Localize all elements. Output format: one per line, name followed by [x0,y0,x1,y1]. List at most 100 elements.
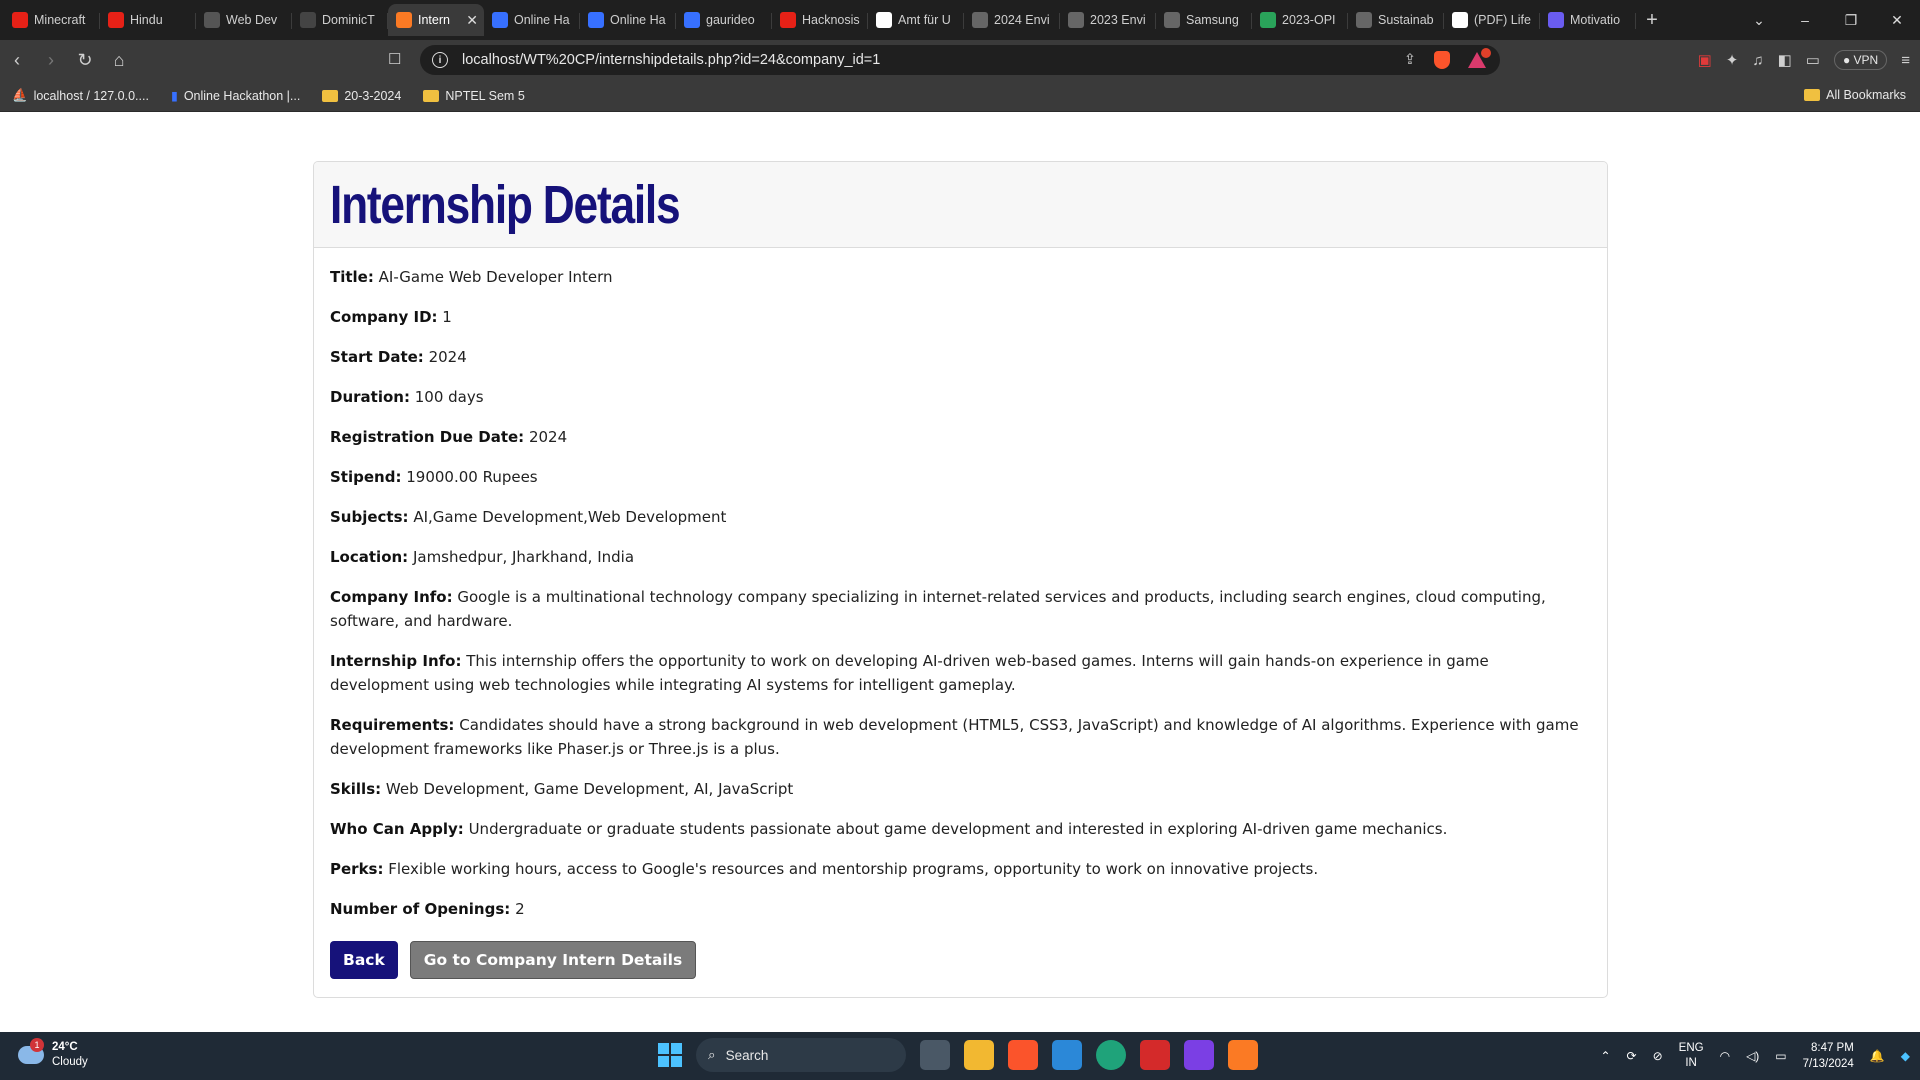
bookmark-phpmyadmin[interactable]: ⛵ localhost / 127.0.0.... [12,88,149,103]
task-view-icon[interactable] [920,1040,950,1070]
browser-tab[interactable]: Intern ✕ [388,4,484,36]
phpstorm-icon[interactable] [1184,1040,1214,1070]
bookmark-label: 20-3-2024 [344,88,402,103]
browser-tab[interactable]: Motivatio [1540,4,1636,36]
share-icon[interactable]: ⇪ [1404,52,1416,68]
globe-icon [1356,12,1372,28]
home-icon[interactable]: ⌂ [102,50,136,71]
browser-tab[interactable]: Samsung [1156,4,1252,36]
browser-tab[interactable]: Online Ha [484,4,580,36]
bookmark-page-icon[interactable]: ☐ [388,50,401,68]
browser-tab[interactable]: Web Dev [196,4,292,36]
search-placeholder: Search [725,1047,769,1063]
browser-tab[interactable]: 2023 Envi [1060,4,1156,36]
browser-tab[interactable]: Amt für U [868,4,964,36]
devfolio-icon [492,12,508,28]
bookmark-folder-20-3-2024[interactable]: 20-3-2024 [322,89,401,103]
language-indicator[interactable]: ENG IN [1679,1041,1704,1071]
browser-tab[interactable]: Minecraft [4,4,100,36]
browser-tab[interactable]: (PDF) Life [1444,4,1540,36]
acrobat-icon[interactable] [1140,1040,1170,1070]
minimize-button[interactable]: – [1782,12,1828,28]
cloud-icon: 1 [18,1038,44,1064]
detail-row: Requirements: Candidates should have a s… [330,713,1591,761]
tab-title: Online Ha [610,13,666,27]
card-body: Title: AI-Game Web Developer Intern Compa… [314,248,1607,979]
detail-row: Who Can Apply: Undergraduate or graduate… [330,817,1591,841]
detail-value: 2024 [528,428,568,446]
devfolio-icon: ▮ [170,89,178,103]
xampp-icon[interactable] [1228,1040,1258,1070]
chevron-up-icon[interactable]: ⌃ [1600,1049,1610,1063]
forward-arrow-icon[interactable]: › [34,50,68,71]
volume-icon[interactable]: ◁) [1746,1049,1759,1063]
researchgate-icon [1452,12,1468,28]
maximize-button[interactable]: ❐ [1828,12,1874,29]
detail-value: 19000.00 Rupees [406,468,538,486]
media-music-icon[interactable]: ♫ [1752,52,1763,69]
browser-tab[interactable]: 2023-OPI [1252,4,1348,36]
browser-tab[interactable]: 2024 Envi [964,4,1060,36]
wallet-icon[interactable]: ▭ [1806,51,1820,69]
bookmarks-bar: ⛵ localhost / 127.0.0.... ▮ Online Hackath… [0,80,1920,112]
sync-icon[interactable]: ⟳ [1627,1049,1637,1063]
all-bookmarks-button[interactable]: All Bookmarks [1804,88,1906,102]
phpmyadmin-icon: ⛵ [12,88,28,102]
detail-label: Number of Openings: [330,900,511,918]
amt-icon [876,12,892,28]
browser-tab[interactable]: Hacknosis [772,4,868,36]
wifi-icon[interactable]: ◠ [1720,1049,1730,1063]
brave-shields-icon[interactable] [1434,51,1450,69]
close-window-button[interactable]: ✕ [1874,12,1920,29]
pdf-extension-icon[interactable]: ▣ [1698,51,1712,69]
company-intern-details-button[interactable]: Go to Company Intern Details [409,941,697,979]
site-info-icon[interactable]: i [432,52,448,68]
clock[interactable]: 8:47 PM 7/13/2024 [1803,1040,1854,1072]
tab-close-icon[interactable]: ✕ [466,12,478,29]
new-tab-button[interactable]: + [1636,9,1668,32]
edge-icon[interactable] [1096,1040,1126,1070]
brave-browser-icon[interactable] [1008,1040,1038,1070]
browser-tab[interactable]: DominicT [292,4,388,36]
detail-label: Internship Info: [330,652,462,670]
tab-title: 2023 Envi [1090,13,1146,27]
detail-row: Title: AI-Game Web Developer Intern [330,265,1591,289]
browser-tab[interactable]: Hindu [100,4,196,36]
menu-icon[interactable]: ≡ [1901,52,1910,69]
brave-rewards-icon[interactable] [1468,48,1491,68]
microsoft-store-icon[interactable] [1052,1040,1082,1070]
tab-title: Samsung [1186,13,1239,27]
weather-widget[interactable]: 1 24°C Cloudy [18,1038,88,1070]
browser-tab[interactable]: gaurideo [676,4,772,36]
copilot-icon[interactable]: ◆ [1901,1049,1910,1063]
folder-icon [322,89,339,102]
detail-value: 100 days [414,388,484,406]
url-text[interactable]: localhost/WT%20CP/internshipdetails.php?… [462,52,880,68]
extensions-puzzle-icon[interactable]: ✦ [1726,51,1739,69]
openai-icon [204,12,220,28]
back-arrow-icon[interactable]: ‹ [0,50,34,71]
detail-label: Stipend: [330,468,402,486]
vpn-button[interactable]: ● VPN [1833,50,1888,70]
globe-icon [1164,12,1180,28]
back-button[interactable]: Back [330,941,398,979]
camera-off-icon[interactable]: ⊘ [1653,1049,1663,1063]
notifications-icon[interactable]: 🔔 [1870,1049,1885,1063]
vpn-label: VPN [1853,53,1879,67]
bookmark-online-hackathon[interactable]: ▮ Online Hackathon |... [170,88,300,104]
battery-icon[interactable]: ▭ [1775,1049,1786,1063]
bookmark-folder-nptel[interactable]: NPTEL Sem 5 [423,89,525,103]
windows-start-icon[interactable] [658,1043,682,1067]
detail-value: Flexible working hours, access to Google… [388,860,1319,878]
taskbar-search[interactable]: ⌕ Search [696,1038,906,1072]
tab-search-dropdown[interactable]: ⌄ [1736,12,1782,29]
language-code: ENG [1678,1042,1704,1054]
file-explorer-icon[interactable] [964,1040,994,1070]
tab-title: Hacknosis [802,13,860,27]
browser-tab[interactable]: Sustainab [1348,4,1444,36]
browser-tab[interactable]: Online Ha [580,4,676,36]
sidebar-toggle-icon[interactable]: ◧ [1778,51,1792,69]
address-bar[interactable]: i localhost/WT%20CP/internshipdetails.ph… [420,45,1500,75]
reload-icon[interactable]: ↻ [68,50,102,71]
toolbar-extensions: ▣ ✦ ♫ ◧ ▭ ● VPN ≡ [1698,40,1910,80]
